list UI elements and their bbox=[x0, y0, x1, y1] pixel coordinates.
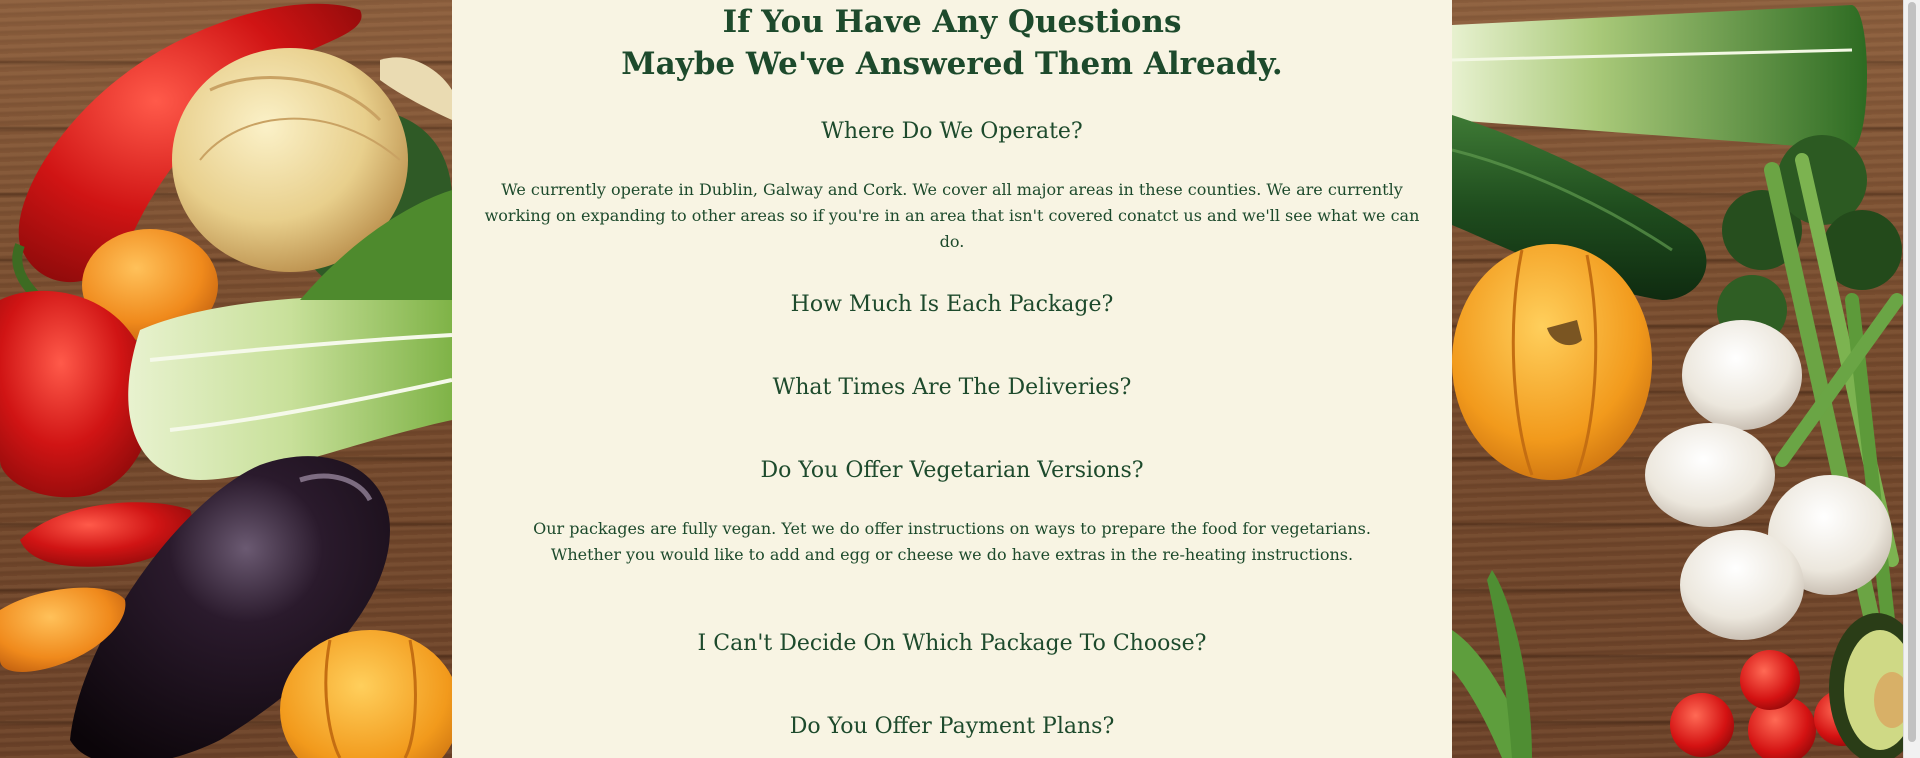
faq-question-delivery-times[interactable]: What Times Are The Deliveries? bbox=[452, 374, 1452, 402]
faq-heading-line-1: If You Have Any Questions bbox=[722, 4, 1182, 40]
scrollbar-thumb[interactable] bbox=[1908, 2, 1916, 742]
faq-answer-vegetarian: Our packages are fully vegan. Yet we do … bbox=[533, 519, 1371, 564]
left-vegetables-illustration bbox=[0, 3, 452, 758]
faq-question-where-operate[interactable]: Where Do We Operate? bbox=[452, 118, 1452, 146]
faq-question-payment-plans[interactable]: Do You Offer Payment Plans? bbox=[452, 713, 1452, 741]
faq-panel: If You Have Any Questions Maybe We've An… bbox=[452, 0, 1452, 758]
faq-question-choose-package[interactable]: I Can't Decide On Which Package To Choos… bbox=[452, 630, 1452, 658]
faq-heading: If You Have Any Questions Maybe We've An… bbox=[452, 1, 1452, 85]
page-scrollbar[interactable] bbox=[1903, 0, 1920, 758]
faq-answer-where-operate: We currently operate in Dublin, Galway a… bbox=[484, 180, 1420, 251]
faq-heading-line-2: Maybe We've Answered Them Already. bbox=[621, 46, 1283, 82]
right-vegetables-illustration bbox=[1452, 5, 1904, 758]
faq-question-package-price[interactable]: How Much Is Each Package? bbox=[452, 291, 1452, 319]
faq-question-vegetarian[interactable]: Do You Offer Vegetarian Versions? bbox=[452, 457, 1452, 485]
